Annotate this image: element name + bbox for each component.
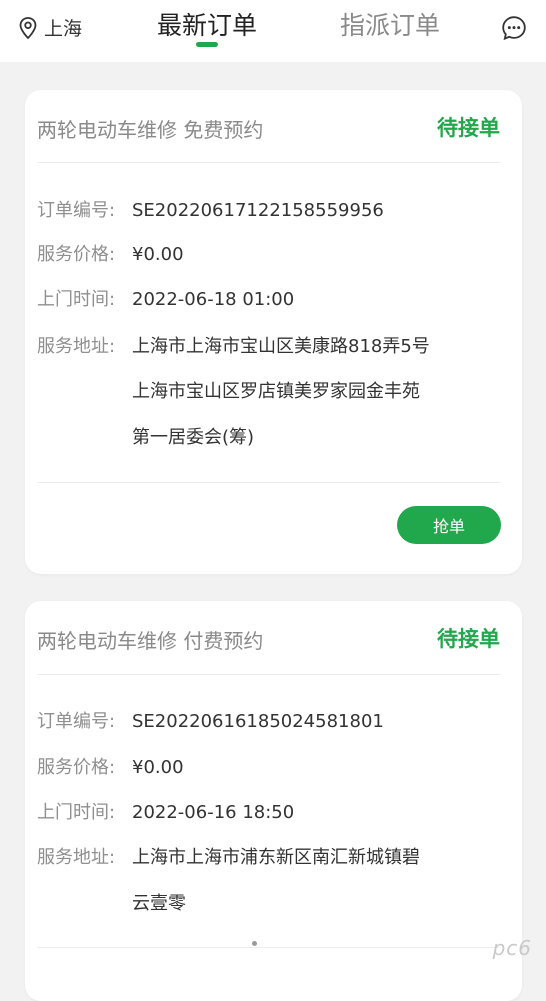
active-tab-indicator (196, 42, 218, 47)
divider (37, 162, 500, 163)
price-label: 服务价格: (37, 244, 116, 265)
address-line: 云壹零 (132, 893, 186, 914)
top-bar: 上海 最新订单 指派订单 (0, 0, 546, 62)
page-indicator-dot (252, 941, 257, 946)
address-label: 服务地址: (37, 847, 116, 868)
order-card[interactable]: 两轮电动车维修 免费预约 待接单 订单编号: SE2022061712215855… (25, 90, 522, 574)
visit-time-row: 上门时间: 2022-06-16 18:50 (37, 802, 294, 824)
address-line: 上海市上海市宝山区美康路818弄5号 (132, 336, 430, 357)
address-line: 上海市宝山区罗店镇美罗家园金丰苑 (132, 381, 420, 402)
tab-assigned-orders[interactable]: 指派订单 (340, 10, 440, 42)
price-value: ¥0.00 (132, 757, 184, 778)
location-pin-icon (19, 16, 37, 39)
visit-time-value: 2022-06-18 01:00 (132, 289, 295, 310)
price-row: 服务价格: ¥0.00 (37, 757, 184, 779)
visit-time-label: 上门时间: (37, 802, 116, 823)
address-line: 上海市上海市浦东新区南汇新城镇碧 (132, 847, 420, 868)
price-label: 服务价格: (37, 757, 116, 778)
divider (37, 947, 500, 948)
location-text: 上海 (44, 18, 83, 40)
address-label: 服务地址: (37, 336, 116, 357)
watermark: pc6 (492, 936, 532, 960)
price-value: ¥0.00 (132, 244, 184, 265)
tab-latest-orders[interactable]: 最新订单 (157, 10, 257, 42)
order-status: 待接单 (437, 627, 500, 651)
address-row: 服务地址: (37, 847, 132, 869)
visit-time-value: 2022-06-16 18:50 (132, 802, 295, 823)
divider (37, 674, 500, 675)
price-row: 服务价格: ¥0.00 (37, 244, 184, 266)
address-line: 第一居委会(筹) (132, 427, 255, 448)
order-title: 两轮电动车维修 免费预约 (37, 118, 264, 142)
order-number-row: 订单编号: SE20220617122158559956 (37, 200, 384, 222)
order-title: 两轮电动车维修 付费预约 (37, 629, 264, 653)
order-number-value: SE20220617122158559956 (132, 200, 384, 221)
chat-more-icon[interactable] (501, 15, 527, 41)
order-number-value: SE20220616185024581801 (132, 711, 384, 732)
order-number-label: 订单编号: (37, 711, 116, 732)
visit-time-row: 上门时间: 2022-06-18 01:00 (37, 289, 294, 311)
address-row: 服务地址: (37, 336, 132, 358)
order-number-label: 订单编号: (37, 200, 116, 221)
visit-time-label: 上门时间: (37, 289, 116, 310)
order-card[interactable]: 两轮电动车维修 付费预约 待接单 订单编号: SE2022061618502458… (25, 601, 522, 1001)
location-selector[interactable]: 上海 (18, 14, 82, 41)
grab-order-button[interactable]: 抢单 (397, 506, 501, 544)
order-status: 待接单 (437, 116, 500, 140)
order-number-row: 订单编号: SE20220616185024581801 (37, 711, 384, 733)
divider (37, 482, 500, 483)
